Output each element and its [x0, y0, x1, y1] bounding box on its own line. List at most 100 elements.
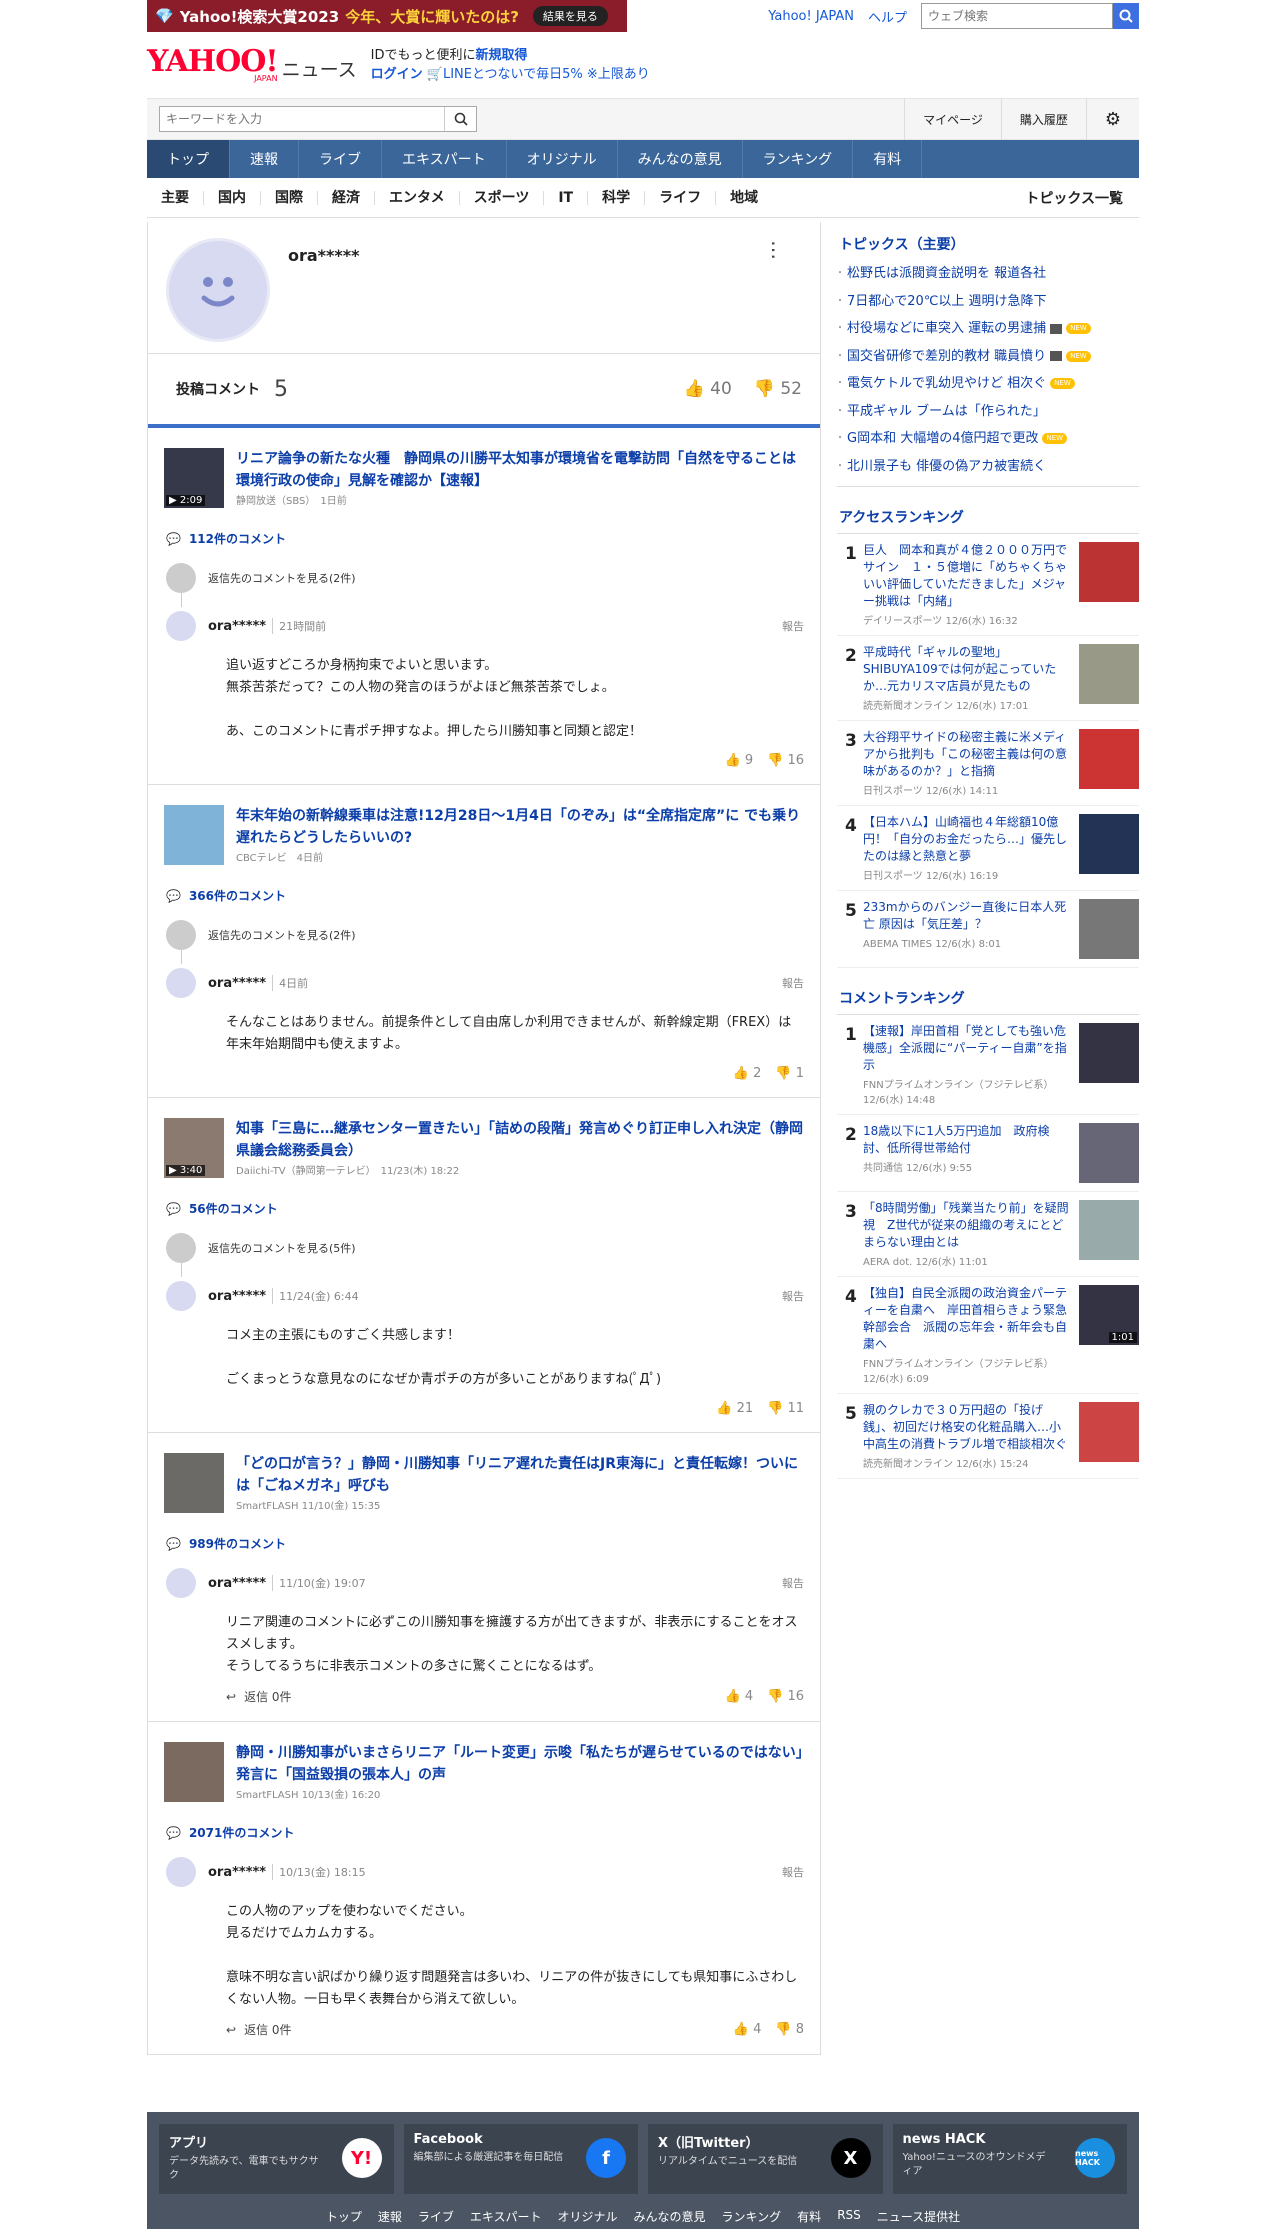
- report-link[interactable]: 報告: [782, 1288, 804, 1304]
- cat-it[interactable]: IT: [544, 190, 589, 205]
- footer-link[interactable]: 速報: [378, 2208, 402, 2225]
- line-promo-link[interactable]: LINEとつないで毎日5% ※上限あり: [443, 67, 650, 82]
- login-link[interactable]: ログイン: [371, 67, 423, 82]
- footer-link[interactable]: ライブ: [418, 2208, 454, 2225]
- gnav-expert[interactable]: エキスパート: [382, 140, 507, 178]
- dislike-button[interactable]: 👎 16: [767, 753, 804, 768]
- topic-item[interactable]: 松野氏は派閥資金説明を 報道各社: [835, 260, 1139, 288]
- cat-science[interactable]: 科学: [588, 190, 646, 205]
- gnav-original[interactable]: オリジナル: [507, 140, 618, 178]
- view-parent-comments[interactable]: 返信先のコメントを見る(2件): [166, 563, 804, 593]
- footer-link[interactable]: ニュース提供社: [877, 2208, 960, 2225]
- like-button[interactable]: 👍 4: [725, 1689, 754, 1704]
- comment-user[interactable]: ora*****: [208, 619, 266, 634]
- cat-domestic[interactable]: 国内: [204, 190, 261, 205]
- ranking-item[interactable]: 3 「8時間労働」「残業当たり前」を疑問視 Z世代が従来の組織の考えにとどまらない…: [837, 1192, 1139, 1277]
- like-button[interactable]: 👍 4: [733, 2022, 762, 2037]
- footer-link[interactable]: RSS: [837, 2208, 861, 2225]
- footer-link[interactable]: トップ: [326, 2208, 362, 2225]
- cat-economy[interactable]: 経済: [318, 190, 375, 205]
- view-parent-comments[interactable]: 返信先のコメントを見る(5件): [166, 1233, 804, 1263]
- footer-link[interactable]: みんなの意見: [634, 2208, 706, 2225]
- cat-main[interactable]: 主要: [147, 190, 204, 205]
- gnav-live[interactable]: ライブ: [299, 140, 382, 178]
- comment-user[interactable]: ora*****: [208, 1865, 266, 1880]
- like-button[interactable]: 👍 21: [716, 1401, 753, 1416]
- cat-sports[interactable]: スポーツ: [460, 190, 545, 205]
- cat-world[interactable]: 国際: [261, 190, 318, 205]
- dislike-button[interactable]: 👎 1: [775, 1066, 804, 1081]
- ranking-item[interactable]: 5 親のクレカで３０万円超の「投げ銭」、初回だけ格安の化粧品購入…小中高生の消費ト…: [837, 1394, 1139, 1479]
- comment-count-link[interactable]: 💬 56件のコメント: [166, 1200, 804, 1217]
- footer-card[interactable]: news HACK Yahoo!ニュースのオウンドメディア news HACK: [892, 2124, 1127, 2194]
- promo-banner[interactable]: 💎 Yahoo!検索大賞2023 今年、大賞に輝いたのは? 結果を見る: [147, 0, 627, 32]
- cat-entertainment[interactable]: エンタメ: [375, 190, 460, 205]
- article-link[interactable]: ▶ 3:40 知事「三島に…継承センター置きたい」「詰めの段階」発言めぐり訂正申…: [164, 1118, 804, 1178]
- like-button[interactable]: 👍 9: [725, 753, 754, 768]
- yahoo-japan-link[interactable]: Yahoo! JAPAN: [768, 9, 854, 24]
- ranking-item[interactable]: 1 【速報】岸田首相「党としても強い危機感」全派閥に“パーティー自粛”を指示 FNN…: [837, 1015, 1139, 1115]
- article-link[interactable]: 静岡・川勝知事がいまさらリニア「ルート変更」示唆「私たちが遅らせているのではない…: [164, 1742, 804, 1802]
- article-link[interactable]: 年末年始の新幹線乗車は注意!12月28日～1月4日「のぞみ」は“全席指定席”に …: [164, 805, 804, 865]
- view-parent-comments[interactable]: 返信先のコメントを見る(2件): [166, 920, 804, 950]
- all-topics-link[interactable]: トピックス一覧: [1025, 188, 1123, 208]
- topic-item[interactable]: 7日都心で20℃以上 週明け急降下: [835, 288, 1139, 316]
- cat-local[interactable]: 地域: [716, 191, 772, 205]
- web-search-input[interactable]: [921, 3, 1113, 29]
- topic-item[interactable]: 国交省研修で差別的教材 職員憤り NEW: [835, 343, 1139, 371]
- report-link[interactable]: 報告: [782, 618, 804, 634]
- gnav-flash[interactable]: 速報: [230, 140, 299, 178]
- comment-count-link[interactable]: 💬 2071件のコメント: [166, 1824, 804, 1841]
- ranking-item[interactable]: 1 巨人 岡本和真が４億２０００万円でサイン １・５億増に「めちゃくちゃいい評価し…: [837, 534, 1139, 636]
- comment-count-link[interactable]: 💬 366件のコメント: [166, 887, 804, 904]
- keyword-input[interactable]: [160, 107, 444, 131]
- report-link[interactable]: 報告: [782, 1864, 804, 1880]
- report-link[interactable]: 報告: [782, 975, 804, 991]
- footer-card[interactable]: X（旧Twitter） リアルタイムでニュースを配信 X: [648, 2124, 883, 2194]
- comment-count-link[interactable]: 💬 989件のコメント: [166, 1535, 804, 1552]
- ranking-item[interactable]: 2 平成時代「ギャルの聖地」SHIBUYA109では何が起こっていたか…元カリスマ…: [837, 636, 1139, 721]
- gnav-ranking[interactable]: ランキング: [743, 140, 854, 178]
- keyword-search-button[interactable]: [444, 107, 476, 131]
- mypage-link[interactable]: マイページ: [904, 98, 1001, 140]
- article-link[interactable]: ▶ 2:09 リニア論争の新たな火種 静岡県の川勝平太知事が環境省を電撃訪問「自…: [164, 448, 804, 508]
- article-link[interactable]: 「どの口が言う？」静岡・川勝知事「リニア遅れた責任はJR東海に」と責任転嫁！つい…: [164, 1453, 804, 1513]
- topic-item[interactable]: 平成ギャル ブームは「作られた」: [835, 398, 1139, 426]
- promo-button[interactable]: 結果を見る: [532, 6, 608, 26]
- footer-link[interactable]: エキスパート: [470, 2208, 542, 2225]
- dislike-button[interactable]: 👎 8: [775, 2022, 804, 2037]
- signup-link[interactable]: 新規取得: [475, 48, 527, 63]
- comment-user[interactable]: ora*****: [208, 1576, 266, 1591]
- topic-item[interactable]: 電気ケトルで乳幼児やけど 相次ぐNEW: [835, 370, 1139, 398]
- gnav-opinion[interactable]: みんなの意見: [618, 140, 743, 178]
- dislike-button[interactable]: 👎 11: [767, 1401, 804, 1416]
- reply-button[interactable]: ↩ 返信 0件: [226, 1688, 292, 1705]
- settings-button[interactable]: ⚙: [1085, 98, 1139, 140]
- more-menu-icon[interactable]: ⋯: [762, 240, 786, 260]
- cat-life[interactable]: ライフ: [645, 190, 717, 205]
- footer-link[interactable]: 有料: [797, 2208, 821, 2225]
- comment-user[interactable]: ora*****: [208, 1289, 266, 1304]
- footer-card[interactable]: アプリ データ先読みで、電車でもサクサク Y!: [159, 2124, 394, 2194]
- ranking-item[interactable]: 4 【日本ハム】山崎福也４年総額10億円！「自分のお金だったら…」優先したのは縁と…: [837, 806, 1139, 891]
- comment-user[interactable]: ora*****: [208, 976, 266, 991]
- topic-item[interactable]: 北川景子も 俳優の偽アカ被害続く: [835, 453, 1139, 481]
- ranking-item[interactable]: 4 【独自】自民全派閥の政治資金パーティーを自粛へ 岸田首相らきょう緊急幹部会合 …: [837, 1277, 1139, 1394]
- dislike-button[interactable]: 👎 16: [767, 1689, 804, 1704]
- topic-item[interactable]: 村役場などに車突入 運転の男逮捕 NEW: [835, 315, 1139, 343]
- reply-button[interactable]: ↩ 返信 0件: [226, 2021, 292, 2038]
- purchase-history-link[interactable]: 購入履歴: [1000, 98, 1086, 140]
- ranking-item[interactable]: 5 233mからのバンジー直後に日本人死亡 原因は「気圧差」？ ABEMA TIME…: [837, 891, 1139, 968]
- comment-count-link[interactable]: 💬 112件のコメント: [166, 530, 804, 547]
- like-button[interactable]: 👍 2: [733, 1066, 762, 1081]
- gnav-paid[interactable]: 有料: [853, 140, 923, 178]
- footer-link[interactable]: オリジナル: [558, 2208, 618, 2225]
- report-link[interactable]: 報告: [782, 1575, 804, 1591]
- topic-item[interactable]: G岡本和 大幅増の4億円超で更改NEW: [835, 425, 1139, 453]
- yahoo-news-logo[interactable]: YAHOO! JAPAN ニュース: [147, 47, 357, 84]
- gnav-top[interactable]: トップ: [147, 140, 230, 178]
- ranking-item[interactable]: 3 大谷翔平サイドの秘密主義に米メディアから批判も「この秘密主義は何の意味があるの…: [837, 721, 1139, 806]
- web-search-button[interactable]: [1113, 3, 1139, 29]
- footer-card[interactable]: Facebook 編集部による厳選記事を毎日配信 f: [403, 2124, 638, 2194]
- footer-link[interactable]: ランキング: [722, 2208, 782, 2225]
